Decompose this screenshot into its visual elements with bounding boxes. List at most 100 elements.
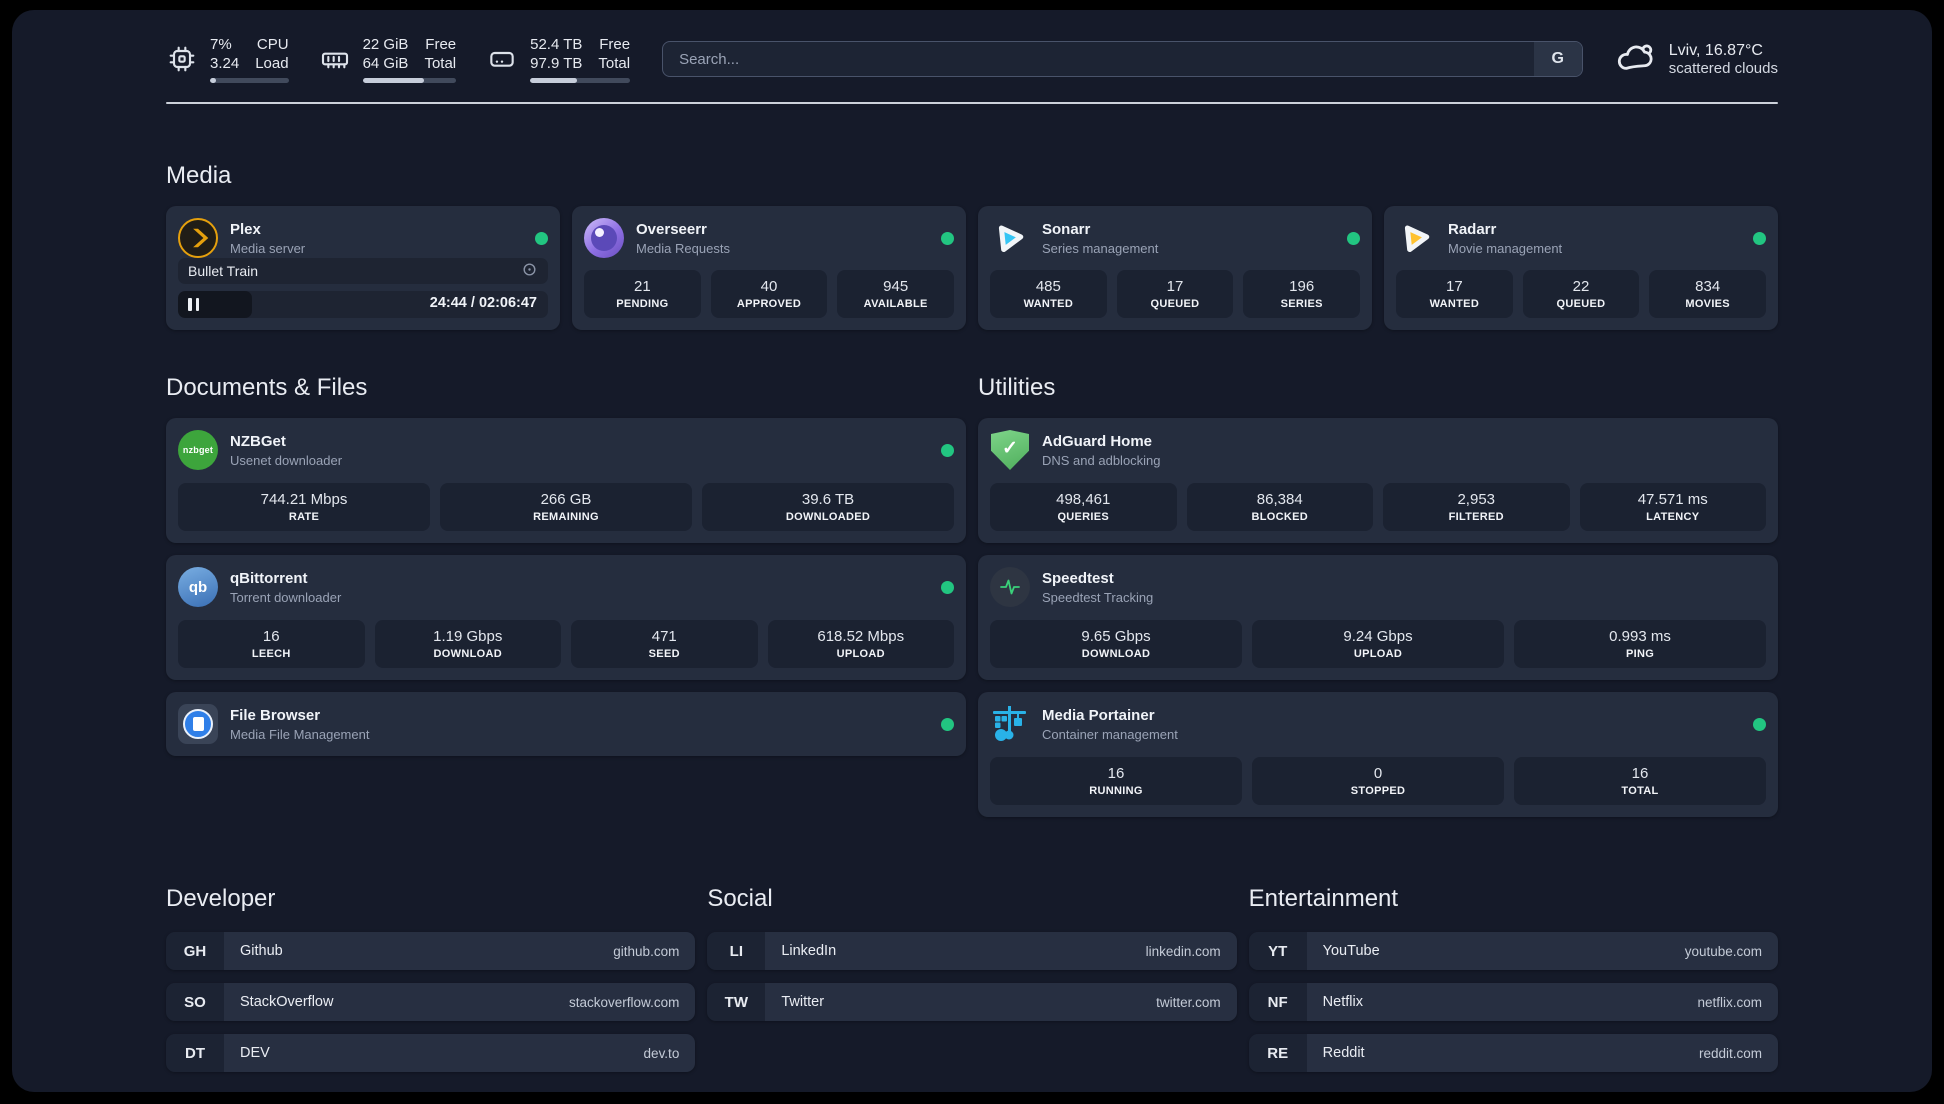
filebrowser-icon (178, 704, 218, 744)
search-engine-button[interactable]: G (1533, 42, 1582, 76)
stat-box-series: 196 SERIES (1243, 270, 1360, 318)
app-card-adguard-home[interactable]: ✓ AdGuard Home DNS and adblocking 498,46… (978, 418, 1778, 543)
stat-label: DOWNLOAD (433, 648, 502, 660)
link-name: DEV (240, 1045, 270, 1061)
stat-label: PENDING (616, 298, 669, 310)
search-input[interactable] (663, 42, 1534, 76)
search-bar: G (662, 41, 1583, 77)
link-item-linkedin[interactable]: LI LinkedIn linkedin.com (707, 932, 1237, 970)
stat-value: 945 (883, 278, 909, 295)
link-abbreviation: LI (707, 932, 766, 970)
app-card-qbittorrent[interactable]: qb qBittorrent Torrent downloader 16 LEE… (166, 555, 966, 680)
app-card-plex[interactable]: Plex Media server Bullet Train 24:44 / 0… (166, 206, 560, 330)
speedtest-icon (990, 567, 1030, 607)
stat-value: 17 (1166, 278, 1184, 295)
player-seek-bar[interactable]: 24:44 / 02:06:47 (178, 291, 548, 318)
app-card-titles: Overseerr Media Requests (636, 220, 730, 257)
link-pill: Reddit reddit.com (1306, 1034, 1778, 1072)
app-card-media-portainer[interactable]: Media Portainer Container management 16 … (978, 692, 1778, 817)
link-url: dev.to (643, 1045, 680, 1061)
app-card-overseerr[interactable]: Overseerr Media Requests 21 PENDING 40 A… (572, 206, 966, 330)
stat-value: 22 (1572, 278, 1590, 295)
stat-value: 21 (633, 278, 651, 295)
cloud-icon (1615, 36, 1657, 83)
app-card-radarr[interactable]: Radarr Movie management 17 WANTED 22 QUE… (1384, 206, 1778, 330)
radarr-icon (1396, 218, 1436, 258)
header-divider (166, 102, 1778, 104)
hardware-stat-text: 7% 3.24 CPU Load (210, 36, 289, 72)
app-card-header: nzbget NZBGet Usenet downloader (178, 430, 954, 470)
weather-condition: scattered clouds (1668, 59, 1778, 77)
link-url: youtube.com (1684, 943, 1762, 959)
link-item-youtube[interactable]: YT YouTube youtube.com (1248, 932, 1778, 970)
online-status-dot (941, 443, 954, 457)
app-card-header: Plex Media server (178, 218, 548, 258)
stat-label: DOWNLOAD (1081, 648, 1151, 660)
link-name: Github (240, 943, 283, 959)
link-abbreviation: GH (166, 932, 224, 970)
stat-value: 744.21 Mbps (260, 491, 348, 508)
stat-box-wanted: 485 WANTED (990, 270, 1107, 318)
app-card-speedtest[interactable]: Speedtest Speedtest Tracking 9.65 Gbps D… (978, 555, 1778, 680)
stat-value: 9.24 Gbps (1343, 628, 1413, 645)
link-url: stackoverflow.com (569, 994, 680, 1010)
ram-icon (319, 43, 351, 75)
stat-label: RATE (288, 511, 320, 523)
online-status-dot (1347, 231, 1360, 245)
stat-box-blocked: 86,384 BLOCKED (1186, 483, 1373, 531)
section-title-developer: Developer (166, 885, 276, 912)
now-playing-bar: Bullet Train (178, 258, 548, 284)
utilities-card-list: ✓ AdGuard Home DNS and adblocking 498,46… (978, 418, 1778, 817)
cpu-icon (166, 43, 198, 75)
app-card-sonarr[interactable]: Sonarr Series management 485 WANTED 17 Q… (978, 206, 1372, 330)
app-card-header: Speedtest Speedtest Tracking (990, 567, 1766, 607)
link-item-github[interactable]: GH Github github.com (166, 932, 696, 970)
stat-label: MOVIES (1685, 298, 1730, 310)
stat-value: 9.65 Gbps (1081, 628, 1151, 645)
link-pill: StackOverflow stackoverflow.com (224, 983, 696, 1021)
link-item-reddit[interactable]: RE Reddit reddit.com (1248, 1034, 1778, 1072)
hardware-progress-bar (530, 78, 631, 83)
player-time: 24:44 / 02:06:47 (429, 295, 537, 311)
app-stats-row: 485 WANTED 17 QUEUED 196 SERIES (990, 270, 1360, 318)
media-card-grid: Plex Media server Bullet Train 24:44 / 0… (166, 206, 1778, 330)
dashboard: 7% 3.24 CPU Load 22 GiB 64 GiB Free Total 52… (12, 10, 1932, 1092)
link-item-twitter[interactable]: TW Twitter twitter.com (707, 983, 1237, 1021)
stat-box-filtered: 2,953 FILTERED (1383, 483, 1570, 531)
stat-value: 47.571 ms (1637, 491, 1708, 508)
documents-column: Documents & Files nzbget NZBGet Usenet d… (166, 374, 966, 756)
pause-icon[interactable] (188, 298, 199, 311)
app-card-file-browser[interactable]: File Browser Media File Management (166, 692, 966, 756)
link-item-stackoverflow[interactable]: SO StackOverflow stackoverflow.com (166, 983, 696, 1021)
section-title-documents: Documents & Files (166, 374, 368, 401)
app-card-titles: Radarr Movie management (1448, 220, 1562, 257)
session-options-icon[interactable] (521, 261, 538, 281)
stat-value: 2,953 (1457, 491, 1496, 508)
stat-label: DOWNLOADED (785, 511, 871, 523)
app-card-nzbget[interactable]: nzbget NZBGet Usenet downloader 744.21 M… (166, 418, 966, 543)
link-item-dev[interactable]: DT DEV dev.to (166, 1034, 696, 1072)
app-description: Series management (1042, 240, 1159, 256)
stat-box-remaining: 266 GB REMAINING (440, 483, 692, 531)
stat-value: 86,384 (1256, 491, 1303, 508)
portainer-icon (990, 704, 1030, 744)
stat-label: TOTAL (1621, 785, 1659, 797)
link-item-netflix[interactable]: NF Netflix netflix.com (1248, 983, 1778, 1021)
hardware-stat-text: 52.4 TB 97.9 TB Free Total (530, 36, 631, 72)
stat-box-upload: 618.52 Mbps UPLOAD (767, 620, 954, 668)
app-name: NZBGet (230, 432, 286, 450)
hardware-stat: 52.4 TB 97.9 TB Free Total (486, 35, 631, 83)
link-name: LinkedIn (781, 943, 837, 959)
utilities-column: Utilities ✓ AdGuard Home DNS and adblock… (978, 374, 1778, 817)
stat-label: AVAILABLE (863, 298, 928, 310)
hardware-stat: 7% 3.24 CPU Load (166, 35, 289, 83)
app-stats-row: 16 LEECH 1.19 Gbps DOWNLOAD 471 SEED 618… (178, 620, 954, 668)
stat-value: 39.6 TB (801, 491, 855, 508)
now-playing-title: Bullet Train (188, 263, 259, 279)
app-name: qBittorrent (230, 569, 308, 587)
app-card-header: Radarr Movie management (1396, 218, 1766, 258)
stat-value: 0.993 ms (1609, 628, 1671, 645)
stat-box-wanted: 17 WANTED (1396, 270, 1513, 318)
app-card-titles: AdGuard Home DNS and adblocking (1042, 432, 1161, 469)
link-url: twitter.com (1156, 994, 1221, 1010)
